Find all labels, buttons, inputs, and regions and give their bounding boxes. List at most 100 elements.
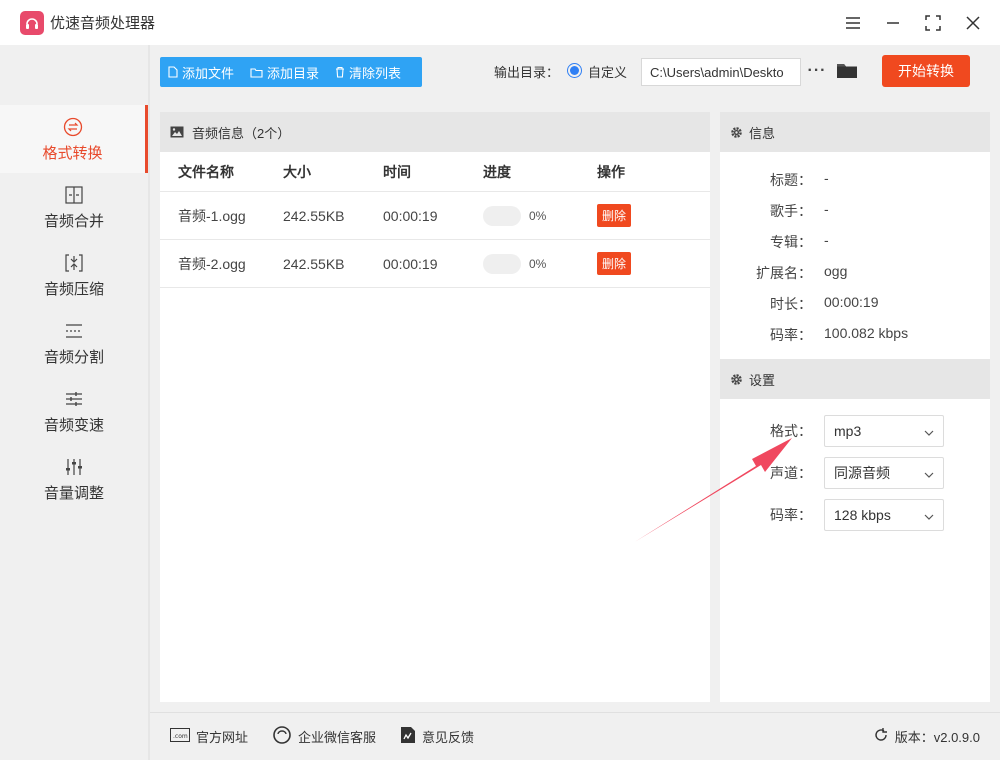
format-select[interactable]: mp3: [824, 415, 944, 447]
sidebar-item-format-convert[interactable]: 格式转换: [0, 105, 148, 173]
wechat-service-label: 企业微信客服: [298, 730, 377, 745]
compress-icon: [64, 252, 84, 274]
website-link[interactable]: .com 官方网址: [170, 727, 248, 746]
delete-button[interactable]: 删除: [597, 252, 632, 275]
custom-output-label[interactable]: 自定义: [588, 62, 627, 81]
output-path-input[interactable]: [641, 58, 801, 86]
info-row-duration: 时长： 00:00:19: [720, 294, 879, 314]
sidebar-item-label: 音频合并: [43, 212, 104, 230]
info-title: 信息: [749, 125, 776, 141]
file-size: 242.55KB: [283, 255, 345, 272]
column-header: 操作: [597, 163, 625, 180]
audio-list-panel: 音频信息（2个） 文件名称 大小 时间 进度 操作 音频-1.ogg 242.5…: [160, 112, 710, 702]
table-row[interactable]: 音频-2.ogg 242.55KB 00:00:19 0% 删除: [160, 240, 710, 288]
table-header: 文件名称 大小 时间 进度 操作: [160, 152, 710, 192]
file-name: 音频-1.ogg: [178, 207, 246, 224]
format-value: mp3: [834, 423, 862, 439]
column-header: 大小: [283, 163, 311, 180]
chevron-down-icon: [924, 465, 934, 481]
browse-more-button[interactable]: ···: [808, 60, 826, 82]
info-row-artist: 歌手： -: [720, 201, 829, 221]
progress: 0%: [483, 253, 547, 274]
close-icon[interactable]: [964, 14, 982, 32]
info-row-title: 标题： -: [720, 170, 829, 190]
sidebar-item-label: 音量调整: [43, 484, 104, 502]
sidebar-item-audio-compress[interactable]: 音频压缩: [0, 241, 148, 309]
custom-output-radio[interactable]: [567, 63, 582, 78]
open-folder-icon[interactable]: [836, 60, 860, 82]
channel-select[interactable]: 同源音频: [824, 457, 944, 489]
info-panel: 信息 标题： - 歌手： - 专辑： - 扩展名： ogg 时长： 00:00:…: [720, 112, 990, 702]
file-duration: 00:00:19: [383, 207, 438, 224]
info-label: 歌手：: [770, 203, 812, 219]
merge-icon: [64, 184, 84, 206]
info-label: 扩展名：: [756, 265, 812, 281]
clear-list-label: 清除列表: [349, 65, 402, 81]
channel-label: 声道：: [770, 465, 812, 481]
column-header: 文件名称: [178, 163, 234, 180]
format-label: 格式：: [770, 423, 812, 439]
channel-value: 同源音频: [834, 465, 890, 481]
file-name: 音频-2.ogg: [178, 255, 246, 272]
bitrate-label: 码率：: [770, 507, 812, 523]
wechat-service-link[interactable]: 企业微信客服: [272, 726, 376, 747]
sidebar-item-label: 音频压缩: [43, 280, 104, 298]
sidebar-item-label: 音频变速: [43, 416, 104, 434]
column-header: 时间: [383, 163, 411, 180]
version-info[interactable]: 版本：v2.0.9.0: [873, 727, 980, 746]
feedback-link[interactable]: 意见反馈: [400, 726, 474, 747]
progress-bar: [483, 253, 521, 274]
refresh-icon: [873, 727, 889, 746]
sidebar-item-audio-speed[interactable]: 音频变速: [0, 377, 148, 445]
progress: 0%: [483, 205, 547, 226]
info-value: 00:00:19: [824, 294, 879, 310]
website-icon: .com: [170, 728, 190, 745]
info-row-album: 专辑： -: [720, 232, 829, 252]
info-row-extension: 扩展名： ogg: [720, 263, 847, 283]
folder-outline-icon: [250, 67, 263, 78]
table-row[interactable]: 音频-1.ogg 242.55KB 00:00:19 0% 删除: [160, 192, 710, 240]
sidebar-item-volume-adjust[interactable]: 音量调整: [0, 445, 148, 513]
footer: .com 官方网址 企业微信客服 意见反馈 版本：v2.0.9.0: [150, 712, 1000, 760]
minimize-icon[interactable]: [884, 14, 902, 32]
progress-bar: [483, 205, 521, 226]
sidebar-item-label: 音频分割: [43, 348, 104, 366]
menu-icon[interactable]: [844, 14, 862, 32]
info-label: 专辑：: [770, 234, 812, 250]
file-icon: [168, 66, 178, 78]
info-section-header: 信息: [720, 112, 990, 152]
info-value: 100.082 kbps: [824, 325, 909, 341]
progress-percent: 0%: [529, 256, 547, 271]
info-value: -: [824, 201, 829, 217]
output-directory-label: 输出目录：: [494, 65, 560, 80]
info-label: 码率：: [770, 327, 812, 343]
start-convert-button[interactable]: 开始转换: [882, 55, 970, 87]
bitrate-select[interactable]: 128 kbps: [824, 499, 944, 531]
speed-icon: [64, 388, 84, 410]
bitrate-setting: 码率： 128 kbps: [720, 499, 944, 531]
info-label: 标题：: [770, 172, 812, 188]
gear-icon: [730, 126, 743, 139]
add-directory-button[interactable]: 添加目录: [242, 57, 327, 87]
add-file-button[interactable]: 添加文件: [160, 57, 242, 87]
file-size: 242.55KB: [283, 207, 345, 224]
delete-button[interactable]: 删除: [597, 204, 632, 227]
sidebar-item-label: 格式转换: [42, 144, 103, 162]
audio-list-title: 音频信息（2个）: [192, 125, 291, 141]
column-header: 进度: [483, 163, 511, 180]
sidebar-item-audio-merge[interactable]: 音频合并: [0, 173, 148, 241]
sidebar-item-audio-split[interactable]: 音频分割: [0, 309, 148, 377]
info-label: 时长：: [770, 296, 812, 312]
clear-list-button[interactable]: 清除列表: [327, 57, 409, 87]
trash-icon: [335, 66, 345, 78]
progress-percent: 0%: [529, 208, 547, 223]
add-directory-label: 添加目录: [267, 65, 320, 81]
chevron-down-icon: [924, 423, 934, 439]
maximize-icon[interactable]: [924, 14, 942, 32]
chevron-down-icon: [924, 507, 934, 523]
svg-text:.com: .com: [173, 733, 188, 740]
app-logo-icon: [20, 10, 44, 35]
info-value: ogg: [824, 263, 848, 279]
version-label: 版本：v2.0.9.0: [894, 730, 980, 745]
split-icon: [64, 320, 84, 342]
